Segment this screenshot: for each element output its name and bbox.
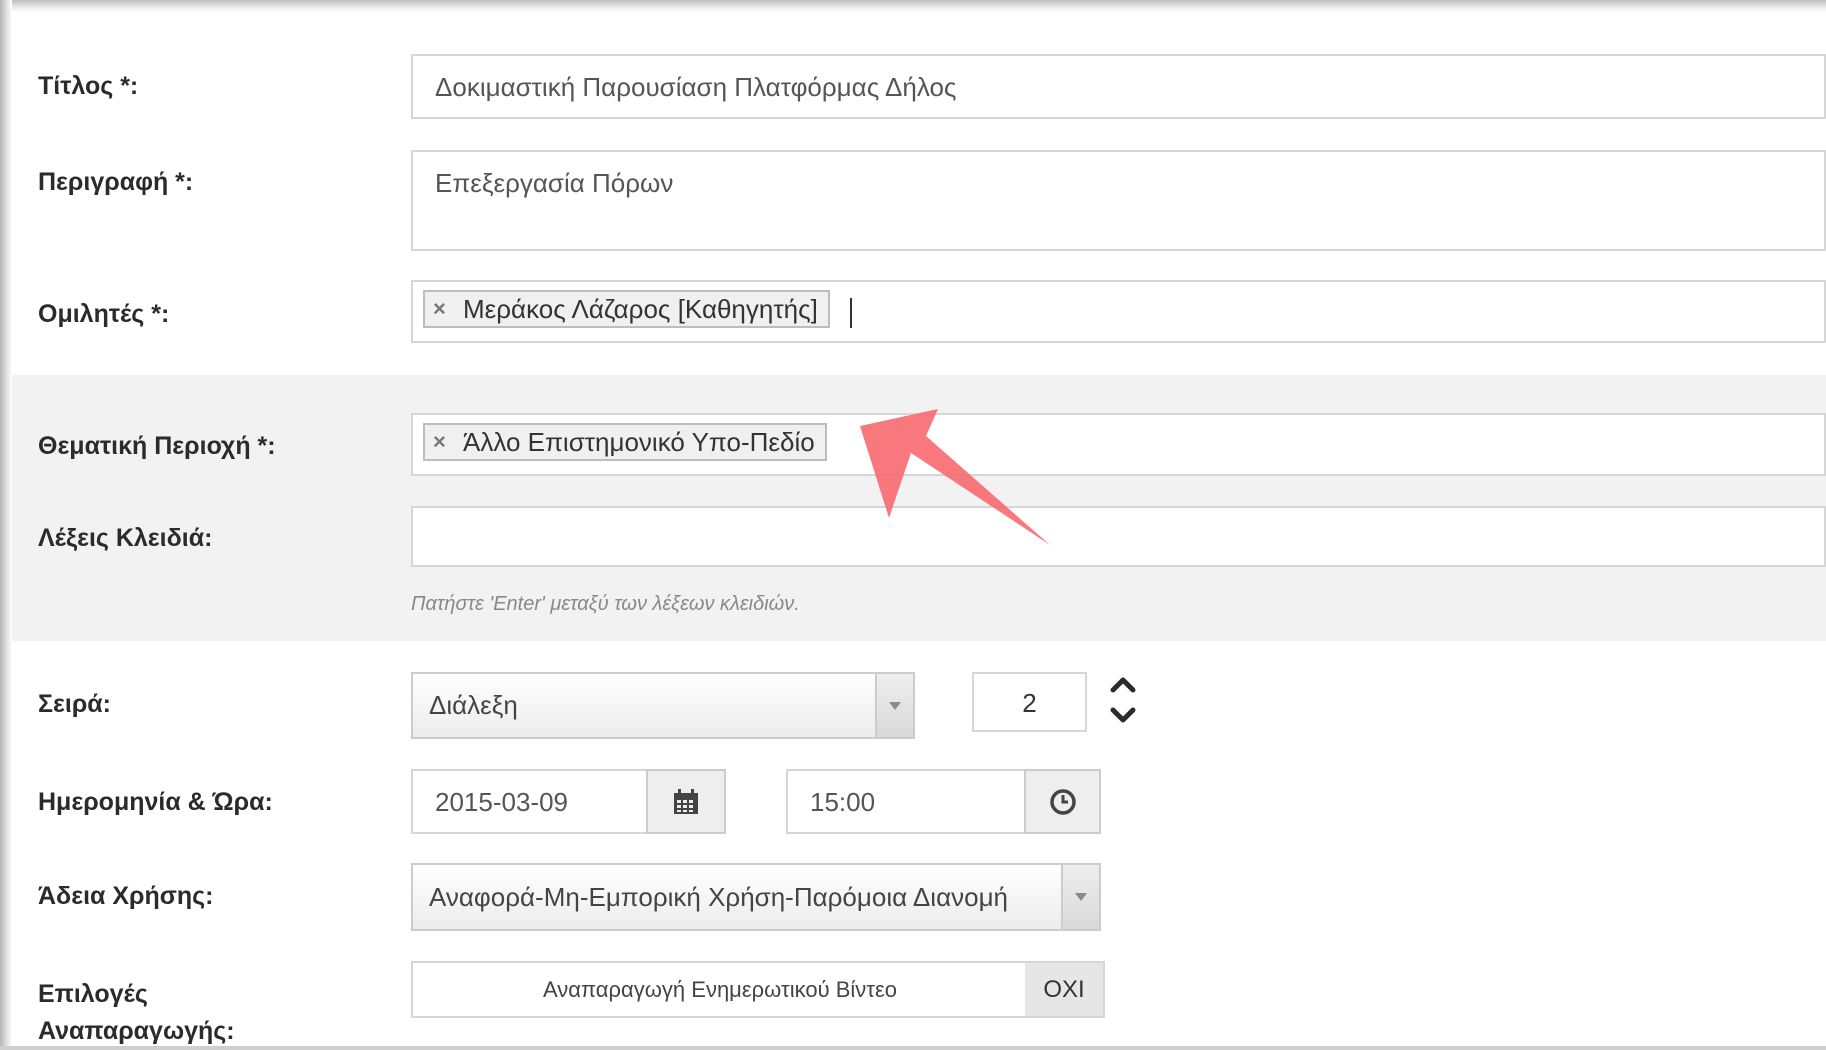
intro-video-toggle[interactable]: Αναπαραγωγή Ενημερωτικού Βίντεο ΟΧΙ — [411, 961, 1105, 1018]
calendar-icon — [674, 788, 698, 814]
clock-button[interactable] — [1024, 769, 1101, 834]
caret-down-icon[interactable] — [875, 674, 913, 737]
chevron-up-down-icon[interactable] — [1108, 672, 1138, 728]
subject-area-tag-input[interactable]: × Άλλο Επιστημονικό Υπο-Πεδίο — [411, 413, 1826, 476]
window-bottom-edge — [0, 1046, 1826, 1050]
toggle-label: Αναπαραγωγή Ενημερωτικού Βίντεο — [542, 977, 898, 1002]
license-selected: Αναφορά-Μη-Εμπορική Χρήση-Παρόμοια Διανο… — [429, 882, 1009, 912]
time-value: 15:00 — [810, 787, 876, 817]
series-select[interactable]: Διάλεξη — [411, 672, 915, 739]
highlight-arrow-icon — [860, 409, 1050, 545]
tag-remove-icon[interactable]: × — [433, 292, 446, 326]
keywords-hint: Πατήστε 'Enter' μεταξύ των λέξεων κλειδι… — [411, 593, 800, 615]
subject-area-label: Θεματική Περιοχή *: — [38, 432, 276, 460]
subject-area-tag-label: Άλλο Επιστημονικό Υπο-Πεδίο — [463, 427, 815, 457]
title-label: Τίτλος *: — [38, 72, 139, 100]
speakers-label: Ομιλητές *: — [38, 300, 170, 328]
keywords-label: Λέξεις Κλειδιά: — [38, 524, 213, 552]
series-selected: Διάλεξη — [429, 690, 518, 720]
subject-area-tag: × Άλλο Επιστημονικό Υπο-Πεδίο — [423, 423, 827, 461]
series-number-input[interactable]: 2 — [972, 672, 1087, 732]
caret-down-icon[interactable] — [1061, 865, 1099, 929]
title-input[interactable]: Δοκιμαστική Παρουσίαση Πλατφόρμας Δήλος — [411, 54, 1826, 119]
clock-icon — [1049, 788, 1076, 815]
toggle-state[interactable]: ΟΧΙ — [1025, 963, 1103, 1016]
description-value: Επεξεργασία Πόρων — [435, 168, 674, 198]
date-input[interactable]: 2015-03-09 — [411, 769, 648, 834]
window-left-shadow — [0, 0, 12, 1050]
speaker-tag: × Μεράκος Λάζαρος [Καθηγητής] — [423, 290, 830, 328]
playback-label-line2: Αναπαραγωγής: — [38, 1017, 235, 1045]
text-cursor — [850, 298, 852, 328]
time-input[interactable]: 15:00 — [786, 769, 1027, 834]
series-number-value: 2 — [1022, 688, 1037, 718]
title-value: Δοκιμαστική Παρουσίαση Πλατφόρμας Δήλος — [435, 72, 957, 102]
license-label: Άδεια Χρήσης: — [38, 882, 214, 910]
calendar-button[interactable] — [646, 769, 726, 834]
description-textarea[interactable]: Επεξεργασία Πόρων — [411, 150, 1826, 251]
window-top-shadow — [0, 0, 1826, 12]
playback-label-line1: Επιλογές — [38, 980, 148, 1008]
speaker-tag-label: Μεράκος Λάζαρος [Καθηγητής] — [463, 294, 818, 324]
date-value: 2015-03-09 — [435, 787, 568, 817]
description-label: Περιγραφή *: — [38, 168, 194, 196]
speakers-tag-input[interactable]: × Μεράκος Λάζαρος [Καθηγητής] — [411, 280, 1826, 343]
series-label: Σειρά: — [38, 690, 111, 718]
license-select[interactable]: Αναφορά-Μη-Εμπορική Χρήση-Παρόμοια Διανο… — [411, 863, 1101, 931]
tag-remove-icon[interactable]: × — [433, 425, 446, 459]
keywords-input[interactable] — [411, 506, 1826, 567]
datetime-label: Ημερομηνία & Ώρα: — [38, 788, 273, 816]
